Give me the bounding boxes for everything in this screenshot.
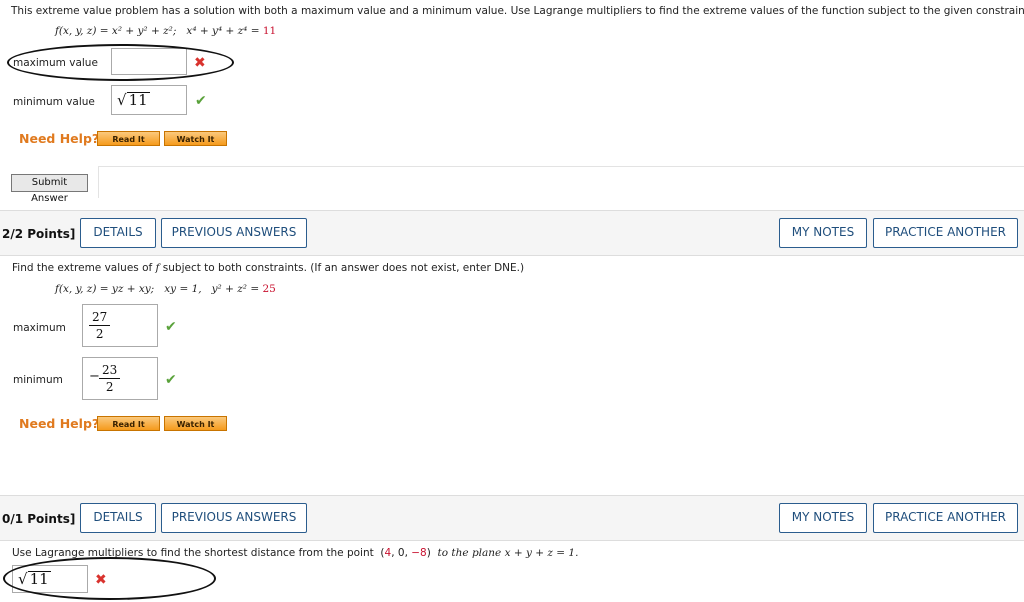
q2-need-help: Need Help? xyxy=(19,416,100,431)
q1-need-help: Need Help? xyxy=(19,131,100,146)
submit-panel xyxy=(98,166,1024,198)
annotation-oval xyxy=(7,44,234,81)
correct-icon: ✔ xyxy=(165,319,177,335)
q3-prompt-tail: to the plane x + y + z = 1. xyxy=(437,547,579,559)
q2-max-num: 27 xyxy=(89,310,111,326)
q2-watch-it-button[interactable]: Watch It xyxy=(164,416,227,431)
q2-prompt-pre: Find the extreme values of xyxy=(12,262,156,274)
q2-details-button[interactable]: DETAILS xyxy=(80,218,156,248)
q2-points: 2/2 Points] xyxy=(2,227,76,241)
q2-max-label: maximum xyxy=(13,322,66,334)
q1-watch-it-button[interactable]: Watch It xyxy=(164,131,227,146)
q1-function-text: f(x, y, z) = x² + y² + z²; xyxy=(55,25,177,37)
q1-constraint-lhs: x⁴ + y⁴ + z⁴ = xyxy=(186,25,260,37)
q2-practice-another-button[interactable]: PRACTICE ANOTHER xyxy=(873,218,1018,248)
q2-constraint2-lhs: y² + z² = xyxy=(211,283,260,295)
correct-icon: ✔ xyxy=(195,93,207,109)
q2-min-input[interactable]: − 23 2 xyxy=(82,357,158,400)
q2-min-num: 23 xyxy=(99,363,121,379)
q2-function: f(x, y, z) = yz + xy; xy = 1, y² + z² = … xyxy=(55,283,276,295)
q2-max-den: 2 xyxy=(95,327,104,341)
q2-min-label: minimum xyxy=(13,374,63,386)
q1-read-it-button[interactable]: Read It xyxy=(97,131,160,146)
q3-prompt-text: Use Lagrange multipliers to find the sho… xyxy=(12,547,374,559)
q1-constraint-rhs: 11 xyxy=(262,25,277,37)
q3-my-notes-button[interactable]: MY NOTES xyxy=(779,503,867,533)
q3-point-close: ) xyxy=(426,547,431,559)
annotation-oval xyxy=(3,557,216,600)
q2-min-den: 2 xyxy=(105,380,114,394)
q1-prompt: This extreme value problem has a solutio… xyxy=(11,5,1024,17)
sqrt-expression: √ 11 xyxy=(117,91,150,109)
q3-points: 0/1 Points] xyxy=(2,512,76,526)
q2-constraint2-rhs: 25 xyxy=(262,283,276,295)
q3-point-z: −8 xyxy=(411,547,427,559)
q1-function: f(x, y, z) = x² + y² + z²; x⁴ + y⁴ + z⁴ … xyxy=(55,25,276,37)
q2-my-notes-button[interactable]: MY NOTES xyxy=(779,218,867,248)
q3-details-button[interactable]: DETAILS xyxy=(80,503,156,533)
q2-prompt: Find the extreme values of f subject to … xyxy=(12,262,524,274)
correct-icon: ✔ xyxy=(165,372,177,388)
q1-min-answer: 11 xyxy=(126,91,150,109)
q2-function-text: f(x, y, z) = yz + xy; xyxy=(55,283,155,295)
q2-max-input[interactable]: 27 2 xyxy=(82,304,158,347)
q2-constraint1: xy = 1, xyxy=(164,283,202,295)
q2-max-fraction: 27 2 xyxy=(89,310,111,341)
submit-answer-button[interactable]: Submit Answer xyxy=(11,174,88,204)
q2-read-it-button[interactable]: Read It xyxy=(97,416,160,431)
q2-min-fraction: 23 2 xyxy=(99,363,121,394)
q2-previous-answers-button[interactable]: PREVIOUS ANSWERS xyxy=(161,218,307,248)
q3-previous-answers-button[interactable]: PREVIOUS ANSWERS xyxy=(161,503,307,533)
q2-prompt-post: subject to both constraints. (If an answ… xyxy=(159,262,525,274)
q1-min-input[interactable]: √ 11 xyxy=(111,85,187,115)
q3-practice-another-button[interactable]: PRACTICE ANOTHER xyxy=(873,503,1018,533)
q3-point-sep: , 0, xyxy=(391,547,412,559)
q1-min-label: minimum value xyxy=(13,96,95,108)
